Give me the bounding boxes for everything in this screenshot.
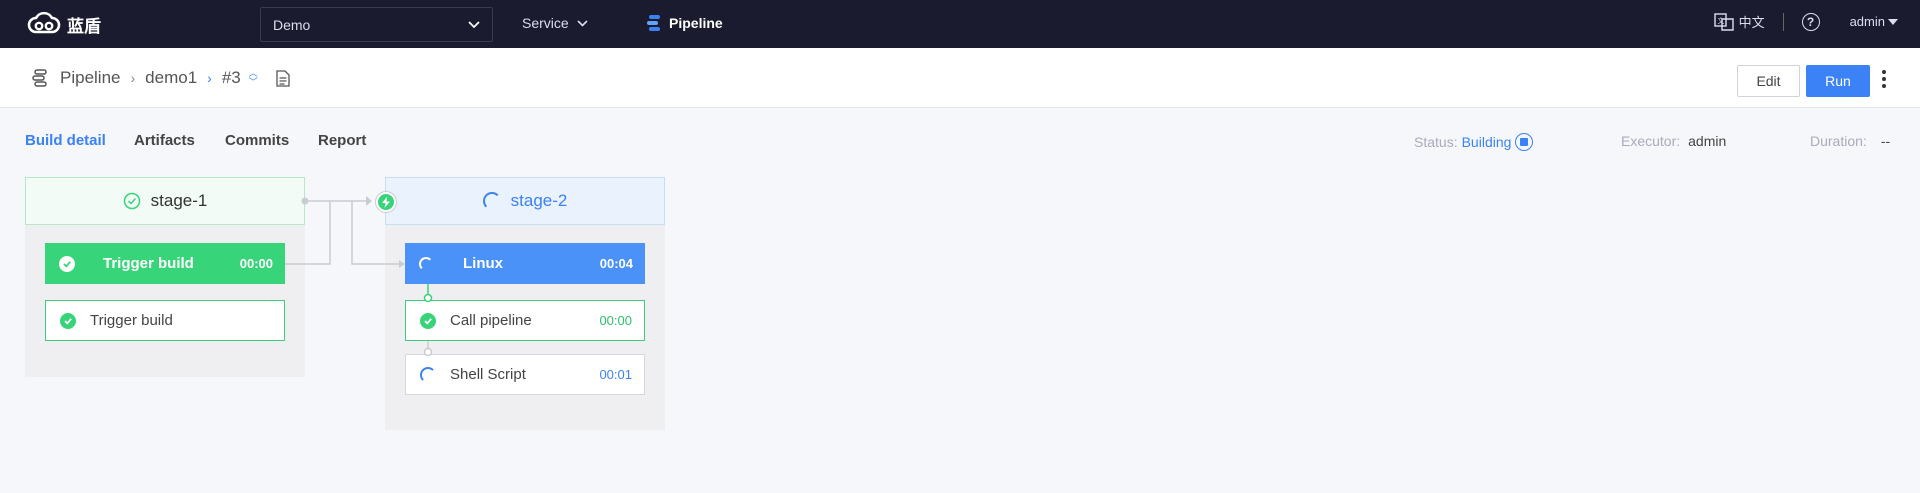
- job-time: 00:04: [599, 256, 633, 271]
- status-value: Building: [1461, 134, 1512, 150]
- breadcrumb-pipeline[interactable]: Pipeline: [60, 68, 121, 88]
- loading-spinner-icon: [419, 256, 433, 271]
- stage-2-header[interactable]: stage-2: [385, 177, 665, 225]
- task-call-pipeline[interactable]: Call pipeline 00:00: [405, 300, 645, 341]
- stage-trigger-icon[interactable]: [375, 191, 397, 213]
- duration-value: --: [1880, 133, 1891, 149]
- duration-label: Duration:: [1810, 133, 1867, 149]
- nav-service[interactable]: Service: [522, 15, 588, 31]
- caret-down-icon: [1888, 18, 1898, 25]
- task-shell-script[interactable]: Shell Script 00:01: [405, 354, 645, 395]
- page-header: Pipeline › demo1 › #3 ︿ ﹀ Edit Run: [0, 48, 1920, 108]
- job-name: Linux: [463, 255, 503, 272]
- task-name: Shell Script: [450, 366, 526, 383]
- job-linux[interactable]: Linux 00:04: [405, 243, 645, 284]
- divider: [1782, 12, 1784, 31]
- project-select[interactable]: Demo: [260, 7, 493, 42]
- task-name: Trigger build: [90, 312, 173, 329]
- run-switch-stepper[interactable]: ︿ ﹀: [249, 69, 258, 87]
- job-name: Trigger build: [103, 255, 194, 272]
- chevron-down-icon: [577, 19, 588, 27]
- task-name: Call pipeline: [450, 312, 532, 329]
- check-icon: [59, 255, 75, 272]
- stage-name: stage-1: [150, 191, 208, 210]
- executor-value: admin: [1688, 133, 1727, 149]
- help-icon[interactable]: ?: [1801, 12, 1820, 31]
- pipeline-outline-icon: [32, 69, 47, 87]
- edit-button[interactable]: Edit: [1737, 65, 1800, 97]
- breadcrumb: Pipeline › demo1 › #3 ︿ ﹀: [30, 68, 290, 88]
- logo-text: 蓝盾: [67, 16, 101, 37]
- run-number: #3: [221, 68, 241, 87]
- language-switch[interactable]: 文 中文: [1713, 12, 1765, 31]
- more-vertical-icon[interactable]: [1882, 70, 1886, 88]
- breadcrumb-run[interactable]: #3 ︿ ﹀: [222, 68, 258, 88]
- chevron-down-icon[interactable]: ﹀: [249, 78, 258, 87]
- user-name: admin: [1849, 14, 1885, 29]
- tab-build-detail[interactable]: Build detail: [25, 132, 106, 149]
- check-icon: [420, 312, 436, 329]
- job-time: 00:00: [239, 256, 273, 271]
- run-button[interactable]: Run: [1806, 65, 1870, 97]
- executor-info: Executor: admin: [1621, 133, 1726, 149]
- chevron-down-icon: [468, 20, 480, 28]
- loading-spinner-icon: [420, 366, 436, 383]
- tab-artifacts[interactable]: Artifacts: [134, 132, 195, 149]
- loading-spinner-icon: [482, 192, 501, 210]
- check-icon: [60, 312, 76, 329]
- project-select-value: Demo: [273, 16, 311, 33]
- pipeline-icon: [647, 15, 660, 31]
- stage-1-header[interactable]: stage-1: [25, 177, 305, 225]
- nav-pipeline[interactable]: Pipeline: [645, 14, 723, 32]
- duration-info: Duration: --: [1810, 133, 1890, 149]
- nav-service-label: Service: [522, 15, 569, 31]
- tab-commits[interactable]: Commits: [225, 132, 289, 149]
- translate-icon: 文: [1713, 12, 1734, 31]
- status-label: Status:: [1414, 134, 1458, 150]
- nav-right: 文 中文 ? admin: [1713, 12, 1898, 31]
- log-document-icon[interactable]: [276, 69, 290, 87]
- top-nav: 蓝盾 Demo Service Pipeline 文 中文 ? admin: [0, 0, 1920, 48]
- task-trigger-build[interactable]: Trigger build: [45, 300, 285, 341]
- cloud-logo-icon: [27, 11, 61, 34]
- user-menu[interactable]: admin: [1850, 14, 1898, 29]
- stop-build-icon[interactable]: [1515, 133, 1534, 151]
- language-label: 中文: [1738, 15, 1765, 30]
- job-trigger-build[interactable]: Trigger build 00:00: [45, 243, 285, 284]
- check-circle-icon: [123, 192, 140, 210]
- task-time: 00:01: [599, 367, 632, 382]
- stage-name: stage-2: [510, 191, 568, 210]
- nav-pipeline-label: Pipeline: [669, 15, 723, 31]
- svg-text:文: 文: [1717, 16, 1724, 25]
- status-info: Status: Building: [1414, 133, 1534, 151]
- logo[interactable]: 蓝盾: [27, 10, 101, 38]
- chevron-right-icon: ›: [130, 70, 136, 86]
- chevron-right-icon: ›: [207, 70, 212, 86]
- executor-label: Executor:: [1621, 133, 1681, 149]
- tab-report[interactable]: Report: [318, 132, 366, 149]
- task-time: 00:00: [599, 313, 632, 328]
- lightning-icon: [382, 196, 390, 208]
- breadcrumb-pipeline-name[interactable]: demo1: [145, 68, 197, 88]
